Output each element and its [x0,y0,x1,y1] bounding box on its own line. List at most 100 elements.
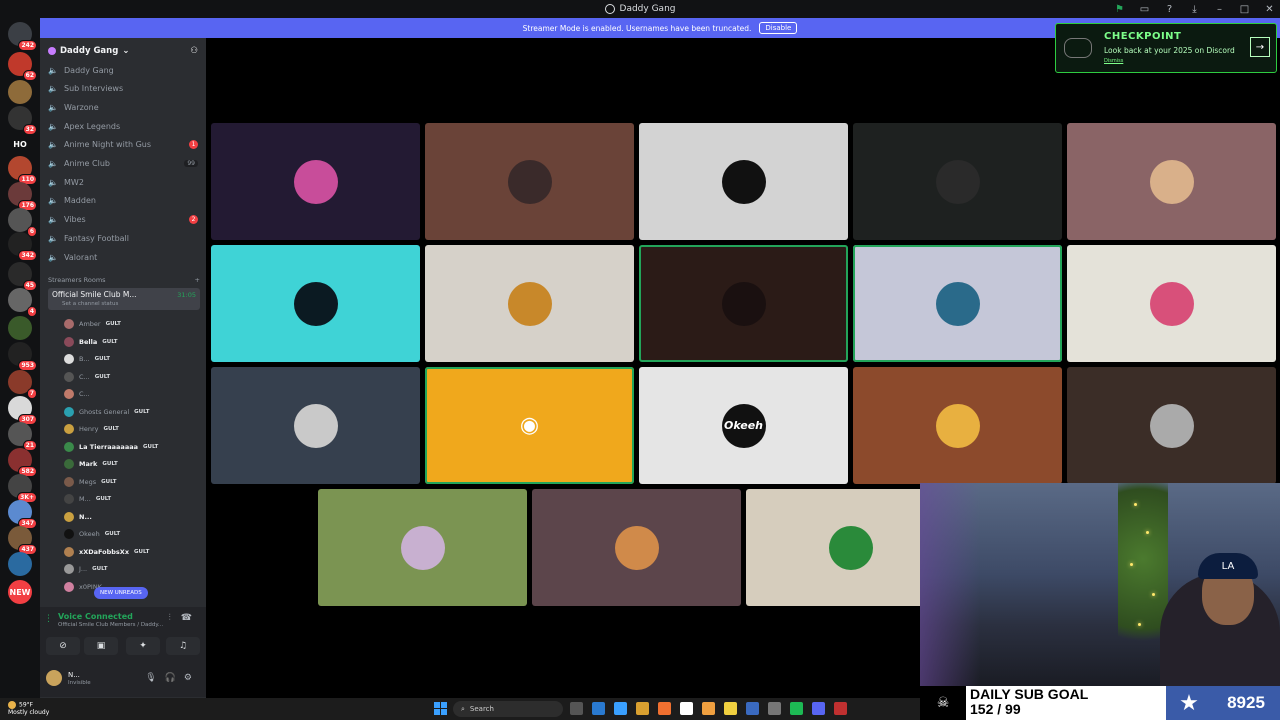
server-icon[interactable] [8,552,32,576]
server-icon[interactable]: 6 [8,208,37,237]
participant-tile[interactable]: Okeeh [639,367,848,484]
noise-suppression-icon[interactable]: ⫶ [169,613,171,623]
spotify-icon[interactable] [790,702,803,715]
participant-tile[interactable] [211,367,420,484]
server-icon[interactable]: 110 [8,156,37,185]
server-icon[interactable]: 21 [8,422,37,451]
voice-channel[interactable]: 🔈 Sub Interviews [48,81,200,97]
category-streamers-rooms[interactable]: Streamers Rooms + [48,276,200,284]
voice-channel[interactable]: 🔈 Fantasy Football [48,230,200,246]
participant-tile[interactable] [318,489,527,606]
screen-share-icon[interactable]: ▭ [1138,4,1151,15]
voice-channel[interactable]: 🔈 Apex Legends [48,118,200,134]
disconnect-icon[interactable]: ☎ [181,613,192,623]
server-icon[interactable]: 45 [8,262,37,291]
task-view-icon[interactable] [570,702,583,715]
server-icon[interactable]: 582 [8,448,37,477]
voice-member[interactable]: xXDaFobbsXx GULT [64,545,149,559]
voice-status[interactable]: Voice Connected [58,612,133,621]
server-icon[interactable]: NEW [8,580,32,604]
voice-member[interactable]: Mark GULT [64,457,118,471]
server-icon[interactable] [8,80,32,104]
voice-member[interactable]: Amber GULT [64,317,121,331]
participant-tile[interactable] [532,489,741,606]
server-icon[interactable]: 32 [8,106,37,135]
server-icon[interactable]: 347 [8,500,37,529]
voice-member[interactable]: C... GULT [64,370,110,384]
server-icon[interactable]: 437 [8,526,37,555]
close-button[interactable]: ✕ [1263,4,1276,15]
soundboard-button[interactable]: ♫ [166,637,200,655]
voice-channel[interactable]: 🔈 Anime Club 99 [48,156,200,172]
voice-member[interactable]: N... [64,510,92,524]
participant-tile[interactable] [1067,245,1276,362]
voice-member[interactable]: J... GULT [64,562,107,576]
voice-channel[interactable]: 🔈 Anime Night with Gus 1 [48,137,200,153]
dismiss-link[interactable]: Dismiss [1104,58,1123,64]
discord-icon[interactable] [812,702,825,715]
server-icon[interactable]: 953 [8,342,37,371]
checkpoint-popup[interactable]: CHECKPOINT Look back at your 2025 on Dis… [1055,23,1277,73]
download-icon[interactable]: ⤓ [1188,4,1201,15]
server-icon[interactable]: 4 [8,288,37,317]
edge-icon[interactable] [592,702,605,715]
server-icon[interactable]: 3K+ [8,474,37,503]
voice-channel[interactable]: 🔈 Vibes 2 [48,212,200,228]
voice-member[interactable]: Henry GULT [64,422,119,436]
microphone-icon[interactable]: 🎙 [145,673,156,683]
minimize-button[interactable]: – [1213,4,1226,15]
participant-tile[interactable]: ◉ [425,367,634,484]
server-icon[interactable]: 176 [8,182,37,211]
add-member-icon[interactable]: ⚇ [190,46,198,56]
new-unreads-pill[interactable]: NEW UNREADS [94,587,148,599]
participant-tile[interactable] [1067,123,1276,240]
flag-icon[interactable]: ⚑ [1113,4,1126,15]
copilot-icon[interactable] [614,702,627,715]
app-icon[interactable] [768,702,781,715]
voice-member[interactable]: Megs GULT [64,475,116,489]
add-channel-icon[interactable]: + [195,276,200,284]
participant-tile[interactable] [425,123,634,240]
camera-off-button[interactable]: ⊘ [46,637,80,655]
participant-tile[interactable] [1067,367,1276,484]
server-icon[interactable]: HO [8,132,32,156]
participant-tile[interactable] [639,245,848,362]
screen-share-button[interactable]: ▣ [84,637,118,655]
activities-button[interactable]: ✦ [126,637,160,655]
voice-channel[interactable]: 🔈 Warzone [48,99,200,115]
help-icon[interactable]: ? [1163,4,1176,15]
voice-channel[interactable]: 🔈 Madden [48,193,200,209]
server-icon[interactable]: 307 [8,396,37,425]
taskbar-search[interactable]: ⌕ Search [453,701,563,717]
voice-channel[interactable]: 🔈 Daddy Gang [48,62,200,78]
server-header[interactable]: Daddy Gang ⌄ ⚇ [40,38,206,64]
server-icon[interactable]: 62 [8,52,37,81]
participant-tile[interactable] [211,123,420,240]
server-icon[interactable] [8,316,32,340]
participant-tile[interactable] [639,123,848,240]
voice-channel[interactable]: 🔈 MW2 [48,174,200,190]
settings-gear-icon[interactable]: ⚙ [184,673,192,683]
voice-member[interactable]: Bella GULT [64,335,118,349]
app-icon[interactable] [724,702,737,715]
avatar[interactable] [46,670,62,686]
server-icon[interactable]: 7 [8,370,37,399]
server-icon[interactable]: 342 [8,232,37,261]
voice-channel[interactable]: 🔈 Valorant [48,249,200,265]
app-icon[interactable] [834,702,847,715]
weather-widget[interactable]: 59°F Mostly cloudy [8,701,49,716]
participant-tile[interactable] [425,245,634,362]
disable-button[interactable]: Disable [759,22,798,34]
file-explorer-icon[interactable] [636,702,649,715]
server-icon[interactable]: 242 [8,22,37,51]
voice-member[interactable]: B... GULT [64,352,110,366]
arrow-right-icon[interactable]: → [1250,37,1270,57]
maximize-button[interactable]: □ [1238,4,1251,15]
participant-tile[interactable] [853,367,1062,484]
voice-member[interactable]: Okeeh GULT [64,527,120,541]
participant-tile[interactable] [853,245,1062,362]
participant-tile[interactable] [211,245,420,362]
voice-member[interactable]: C... [64,387,90,401]
windows-start-icon[interactable] [434,702,447,715]
voice-member[interactable]: M... GULT [64,492,111,506]
